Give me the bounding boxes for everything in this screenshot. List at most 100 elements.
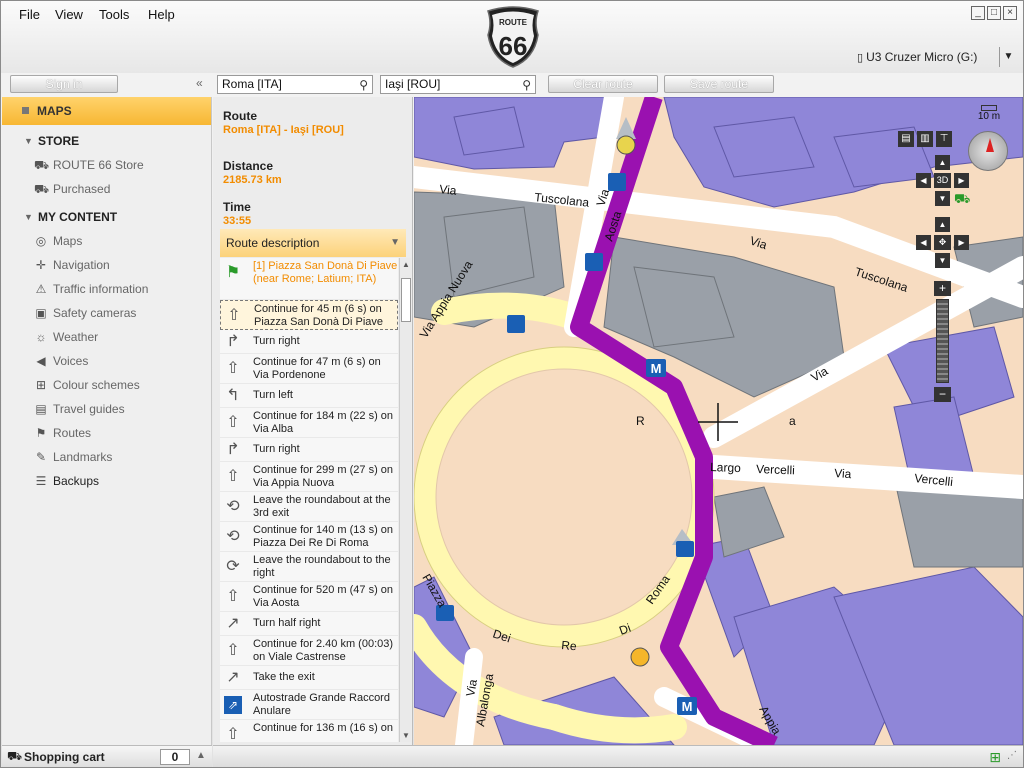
map-view[interactable]: M M Via Tuscolana Via Tuscolana Via Aost…	[414, 97, 1023, 745]
sidebar-my-content[interactable]: ▼ MY CONTENT	[2, 205, 211, 229]
sidebar-item-safety-cameras[interactable]: ▣ Safety cameras	[2, 301, 211, 325]
list-item[interactable]: ⟲ Leave the roundabout at the 3rd exit	[220, 492, 398, 522]
book-icon[interactable]: ▥	[917, 131, 933, 147]
sidebar-item-purchased[interactable]: ⛟ Purchased	[2, 177, 211, 201]
view-3d-button[interactable]: 3D	[934, 173, 951, 188]
chevron-down-icon[interactable]: ▼	[390, 229, 400, 257]
menu-tools[interactable]: Tools	[99, 7, 129, 22]
zoom-out-icon[interactable]: −	[934, 387, 951, 402]
maximize-button[interactable]: □	[987, 6, 1001, 20]
metro-icon[interactable]: M	[651, 361, 662, 376]
rotate-right-icon[interactable]: ▶	[954, 173, 969, 188]
sidebar-item-backups[interactable]: ☰ Backups	[2, 469, 211, 493]
menu-view[interactable]: View	[55, 7, 83, 22]
to-search-input[interactable]: Iaşi [ROU] ⚲	[380, 75, 536, 94]
list-item[interactable]: ⟳ Leave the roundabout to the right	[220, 552, 398, 582]
collapse-sidebar-icon[interactable]: «	[196, 76, 203, 90]
tilt-down-icon[interactable]: ▼	[935, 191, 950, 206]
sidebar-maps[interactable]: MAPS	[2, 97, 211, 125]
sidebar-item-routes[interactable]: ⚑ Routes	[2, 421, 211, 445]
list-item[interactable]: ↰ Turn left	[220, 384, 398, 408]
step-text: Turn right	[253, 443, 300, 455]
street-label: Vercelli	[756, 462, 795, 477]
list-item[interactable]: ⇧ Continue for 184 m (22 s) on Via Alba	[220, 408, 398, 438]
sidebar-item-maps[interactable]: ◎ Maps	[2, 229, 211, 253]
sidebar-item-travel-guides[interactable]: ▤ Travel guides	[2, 397, 211, 421]
metro-icon-2[interactable]: M	[682, 699, 693, 714]
tilt-up-icon[interactable]: ▲	[935, 155, 950, 170]
compass-icon[interactable]	[968, 131, 1008, 171]
sidebar-maps-label: MAPS	[37, 104, 72, 118]
scroll-up-icon[interactable]: ▲	[400, 260, 412, 269]
list-item[interactable]: ↗ Turn half right	[220, 612, 398, 636]
route-description-header[interactable]: Route description ▼	[220, 229, 406, 257]
status-bar: ⊞ ⋰	[213, 745, 1023, 767]
sidebar-item-weather[interactable]: ☼ Weather	[2, 325, 211, 349]
sidebar-item-label: Backups	[53, 474, 100, 488]
list-item[interactable]: ⇧ Continue for 136 m (16 s) on	[220, 720, 398, 742]
steps-scrollbar[interactable]: ▲ ▼	[399, 258, 411, 742]
rotate-left-icon[interactable]: ◀	[916, 173, 931, 188]
pan-right-icon[interactable]: ▶	[954, 235, 969, 250]
app-window: File View Tools Help ROUTE 66 _ □ × ▯ U3…	[0, 0, 1024, 768]
list-item[interactable]: ↱ Turn right	[220, 438, 398, 462]
list-item[interactable]: ⇧ Continue for 520 m (47 s) on Via Aosta	[220, 582, 398, 612]
stack-icon: ☰	[35, 474, 47, 488]
cart-icon: ⛟	[34, 158, 50, 172]
route-description-label: Route description	[226, 236, 320, 250]
chevron-down-icon[interactable]: ▼	[999, 47, 1017, 67]
center-icon[interactable]: ✥	[934, 235, 951, 250]
save-route-button[interactable]: Save route	[664, 75, 774, 93]
list-item[interactable]: ⇗ Autostrade Grande Raccord Anulare	[220, 690, 398, 720]
list-item[interactable]: ⇧ Continue for 299 m (27 s) on Via Appia …	[220, 462, 398, 492]
sidebar-item-route66-store[interactable]: ⛟ ROUTE 66 Store	[2, 153, 211, 177]
list-item[interactable]: ⇧ Continue for 2.40 km (00:03) on Viale C…	[220, 636, 398, 666]
scroll-down-icon[interactable]: ▼	[400, 731, 412, 740]
list-item[interactable]: ⚑ [1] Piazza San Donà Di Piave (near Rome…	[220, 258, 398, 300]
route-label: Route	[223, 109, 257, 123]
list-item[interactable]: ↱ Turn right	[220, 330, 398, 354]
scroll-thumb[interactable]	[401, 278, 411, 322]
sun-icon: ☼	[35, 330, 47, 344]
pan-down-icon[interactable]: ▼	[935, 253, 950, 268]
distance-label: Distance	[223, 159, 274, 173]
flag-icon: ⚑	[35, 426, 47, 440]
pan-up-icon[interactable]: ▲	[935, 217, 950, 232]
expand-up-icon[interactable]: ▲	[196, 750, 206, 761]
device-selector[interactable]: ▯ U3 Cruzer Micro (G:) ▼	[857, 47, 1017, 67]
tilt-icon[interactable]: ⊤	[936, 131, 952, 147]
street-label: Via	[748, 234, 769, 253]
online-status-icon: ⊞	[989, 749, 1001, 765]
pan-left-icon[interactable]: ◀	[916, 235, 931, 250]
from-search-input[interactable]: Roma [ITA] ⚲	[217, 75, 373, 94]
resize-grip-icon[interactable]: ⋰	[1007, 750, 1017, 761]
sidebar-item-voices[interactable]: ◀ Voices	[2, 349, 211, 373]
sidebar-item-navigation[interactable]: ✛ Navigation	[2, 253, 211, 277]
sidebar-item-traffic[interactable]: ⚠ Traffic information	[2, 277, 211, 301]
menu-file[interactable]: File	[19, 7, 40, 22]
list-item[interactable]: ⇧ Continue for 45 m (6 s) on Piazza San D…	[220, 300, 398, 330]
sidebar-item-colour-schemes[interactable]: ⊞ Colour schemes	[2, 373, 211, 397]
sidebar-store[interactable]: ▼ STORE	[2, 129, 211, 153]
sidebar-item-label: Landmarks	[53, 450, 113, 464]
zoom-slider[interactable]	[936, 299, 949, 383]
close-button[interactable]: ×	[1003, 6, 1017, 20]
list-item[interactable]: ↗ Take the exit	[220, 666, 398, 690]
zoom-in-icon[interactable]: +	[934, 281, 951, 296]
sign-in-button[interactable]: Sign in	[10, 75, 118, 93]
clear-route-button[interactable]: Clear route	[548, 75, 658, 93]
street-label: R	[636, 414, 645, 428]
search-icon[interactable]: ⚲	[522, 77, 531, 94]
sidebar-item-landmarks[interactable]: ✎ Landmarks	[2, 445, 211, 469]
minimize-button[interactable]: _	[971, 6, 985, 20]
sidebar-item-label: Navigation	[53, 258, 110, 272]
menu-help[interactable]: Help	[148, 7, 175, 22]
map-mode-buttons: ▤ ▥ ⊤	[898, 131, 958, 149]
search-icon[interactable]: ⚲	[359, 77, 368, 94]
layers-icon[interactable]: ▤	[898, 131, 914, 147]
shopping-cart-bar[interactable]: ⛟ Shopping cart 0 ▲	[2, 745, 212, 767]
list-item[interactable]: ⇧ Continue for 47 m (6 s) on Via Pordenon…	[220, 354, 398, 384]
square-icon	[22, 107, 29, 114]
vehicle-icon[interactable]: ⛟	[954, 191, 970, 207]
list-item[interactable]: ⟲ Continue for 140 m (13 s) on Piazza Dei…	[220, 522, 398, 552]
